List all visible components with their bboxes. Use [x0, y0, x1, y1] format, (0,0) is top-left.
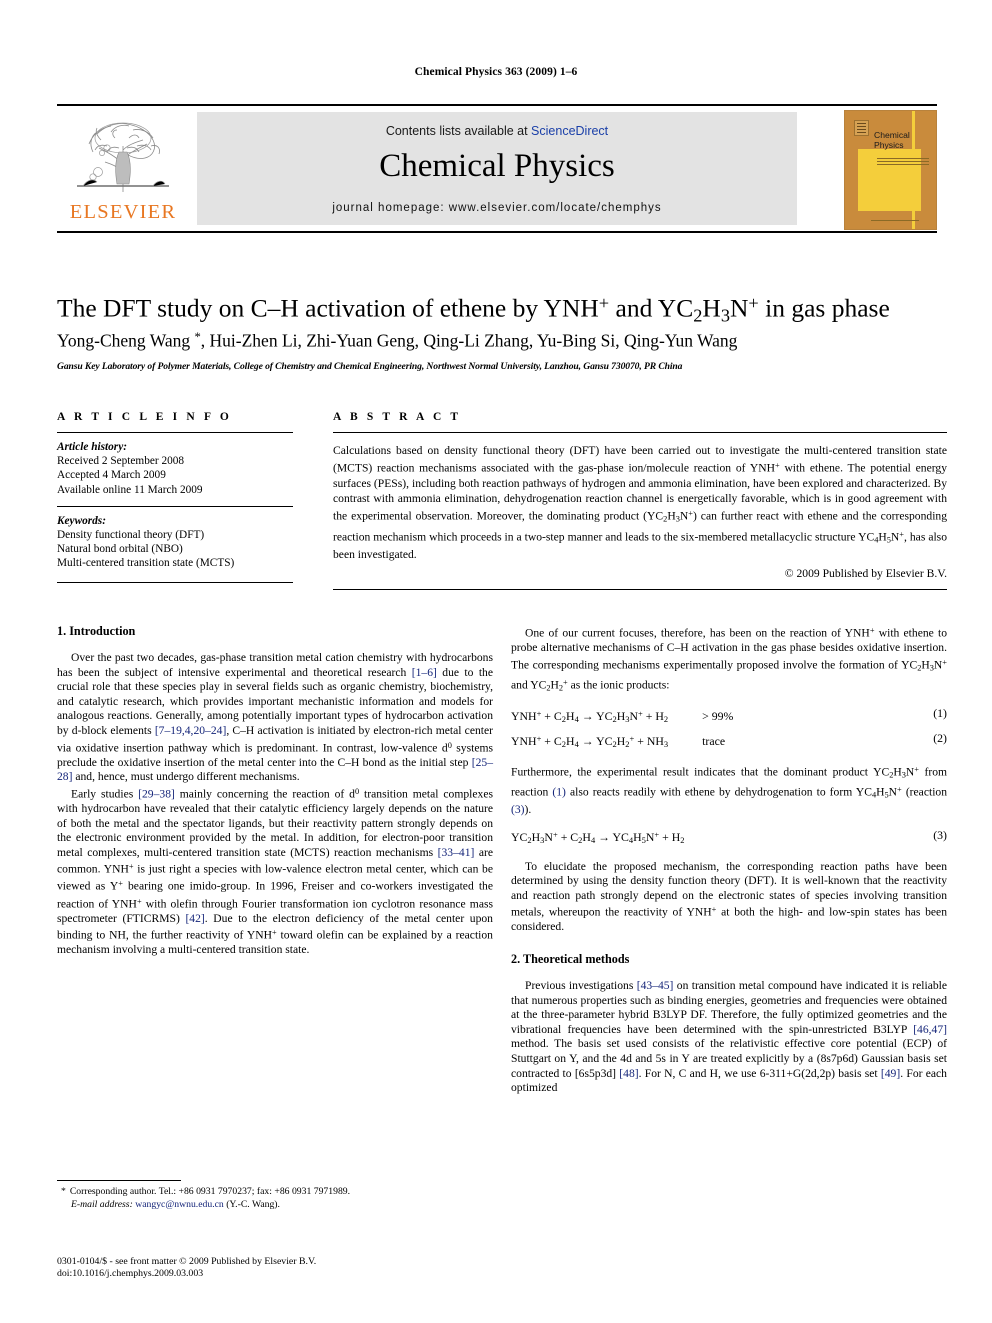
equation-1-body: YNH+ + C2H4 → YC2H3N+ + H2 [511, 708, 669, 724]
equation-2-condition: trace [702, 733, 726, 748]
equation-block-1-2: YNH+ + C2H4 → YC2H3N+ + H2 > 99% (1) YNH+… [511, 705, 947, 753]
body-column-right: One of our current focuses, therefore, h… [511, 624, 947, 1096]
footnote-rule [57, 1180, 181, 1181]
issn-copyright-line: 0301-0104/$ - see front matter © 2009 Pu… [57, 1256, 317, 1267]
paragraph: To elucidate the proposed mechanism, the… [511, 859, 947, 934]
page-footer: 0301-0104/$ - see front matter © 2009 Pu… [57, 1256, 617, 1281]
abstract-rule [333, 432, 947, 433]
keyword-item: Multi-centered transition state (MCTS) [57, 557, 235, 570]
paragraph: Furthermore, the experimental result ind… [511, 764, 948, 817]
journal-cover-thumbnail[interactable]: Chemical Physics [844, 110, 937, 230]
journal-homepage[interactable]: journal homepage: www.elsevier.com/locat… [197, 202, 797, 214]
keyword-item: Density functional theory (DFT) [57, 529, 205, 542]
masthead-top-rule [57, 104, 937, 106]
corresponding-author-text: Corresponding author. Tel.: +86 0931 797… [69, 1186, 351, 1197]
email-line: E-mail address: wangyc@nwnu.edu.cn (Y.-C… [57, 1199, 493, 1212]
page-title: The DFT study on C–H activation of ethen… [57, 293, 890, 326]
article-info-rule [57, 432, 293, 433]
article-history-item: Received 2 September 2008 [57, 455, 185, 468]
paragraph: One of our current focuses, therefore, h… [511, 626, 948, 693]
article-history-item: Available online 11 March 2009 [57, 483, 203, 496]
cover-text-lines [877, 158, 929, 167]
article-history-group: Article history: Received 2 September 20… [57, 440, 293, 497]
article-history-label: Article history: [57, 441, 127, 453]
contents-prefix: Contents lists available at [385, 124, 532, 138]
equation-row: YNH+ + C2H4 → YC2H2+ + NH3 trace (2) [511, 730, 947, 753]
equation-3-body: YC2H3N+ + C2H4 → YC4H5N+ + H2 [511, 829, 685, 846]
running-head: Chemical Physics 363 (2009) 1–6 [414, 66, 578, 78]
journal-band: Contents lists available at ScienceDirec… [197, 112, 797, 225]
affiliation: Gansu Key Laboratory of Polymer Material… [57, 361, 683, 372]
equation-row: YC2H3N+ + C2H4 → YC4H5N+ + H2 (3) [511, 827, 947, 850]
contents-available-line: Contents lists available at ScienceDirec… [197, 124, 797, 138]
article-history-item: Accepted 4 March 2009 [57, 469, 166, 482]
equation-1-number: (1) [933, 706, 947, 721]
section-heading-theoretical-methods: 2. Theoretical methods [511, 952, 630, 967]
article-page: Chemical Physics 363 (2009) 1–6 ELSEVIER… [0, 0, 992, 1323]
footnote-star-marker: * [61, 1186, 66, 1197]
article-info-bottom-rule [57, 581, 293, 583]
equation-row: YNH+ + C2H4 → YC2H3N+ + H2 > 99% (1) [511, 705, 947, 728]
equation-block-3: YC2H3N+ + C2H4 → YC4H5N+ + H2 (3) [511, 827, 947, 850]
abstract-bottom-rule [333, 589, 947, 591]
cover-mini-block [854, 120, 869, 136]
footnote-block: * Corresponding author. Tel.: +86 0931 79… [57, 1180, 493, 1211]
corresponding-author-line: * Corresponding author. Tel.: +86 0931 79… [57, 1186, 493, 1199]
sciencedirect-link[interactable]: ScienceDirect [531, 124, 608, 138]
email-link[interactable]: wangyc@nwnu.edu.cn [135, 1199, 224, 1210]
journal-masthead: ELSEVIER Contents lists available at Sci… [57, 104, 937, 233]
cover-journal-title: Chemical Physics [874, 130, 910, 150]
paragraph: Over the past two decades, gas-phase tra… [57, 651, 494, 784]
author-list: Yong-Cheng Wang *, Hui-Zhen Li, Zhi-Yuan… [57, 330, 738, 351]
email-label: E-mail address: [71, 1198, 133, 1210]
body-column-left: 1. Introduction Over the past two decade… [57, 624, 493, 958]
equation-2-number: (2) [933, 730, 947, 745]
keyword-item: Natural bond orbital (NBO) [57, 543, 183, 556]
elsevier-tree-icon [77, 122, 169, 192]
article-info-separator [57, 505, 293, 507]
abstract-text: Calculations based on density functional… [333, 444, 948, 562]
keywords-label: Keywords: [57, 514, 106, 527]
elsevier-wordmark: ELSEVIER [69, 201, 177, 223]
equation-3-number: (3) [933, 827, 947, 842]
masthead-bottom-rule [57, 231, 937, 233]
elsevier-logo: ELSEVIER [57, 110, 189, 230]
journal-title: Chemical Physics [379, 148, 615, 184]
paragraph: Previous investigations [43–45] on trans… [511, 979, 948, 1095]
equation-2-body: YNH+ + C2H4 → YC2H2+ + NH3 [511, 732, 669, 749]
article-info-heading: A R T I C L E I N F O [57, 411, 232, 423]
keywords-group: Keywords: Density functional theory (DFT… [57, 514, 293, 571]
article-info-box: A R T I C L E I N F O Article history: R… [57, 411, 293, 583]
abstract-box: A B S T R A C T Calculations based on de… [333, 411, 948, 591]
section-heading-introduction: 1. Introduction [57, 624, 136, 638]
cover-footer-line [871, 220, 919, 221]
paragraph: Early studies [29–38] mainly concerning … [57, 786, 493, 957]
equation-1-condition: > 99% [702, 708, 734, 723]
doi-line[interactable]: doi:10.1016/j.chemphys.2009.03.003 [57, 1268, 617, 1280]
email-owner: (Y.-C. Wang). [226, 1198, 280, 1210]
abstract-heading: A B S T R A C T [333, 411, 462, 423]
abstract-copyright: © 2009 Published by Elsevier B.V. [784, 567, 947, 581]
